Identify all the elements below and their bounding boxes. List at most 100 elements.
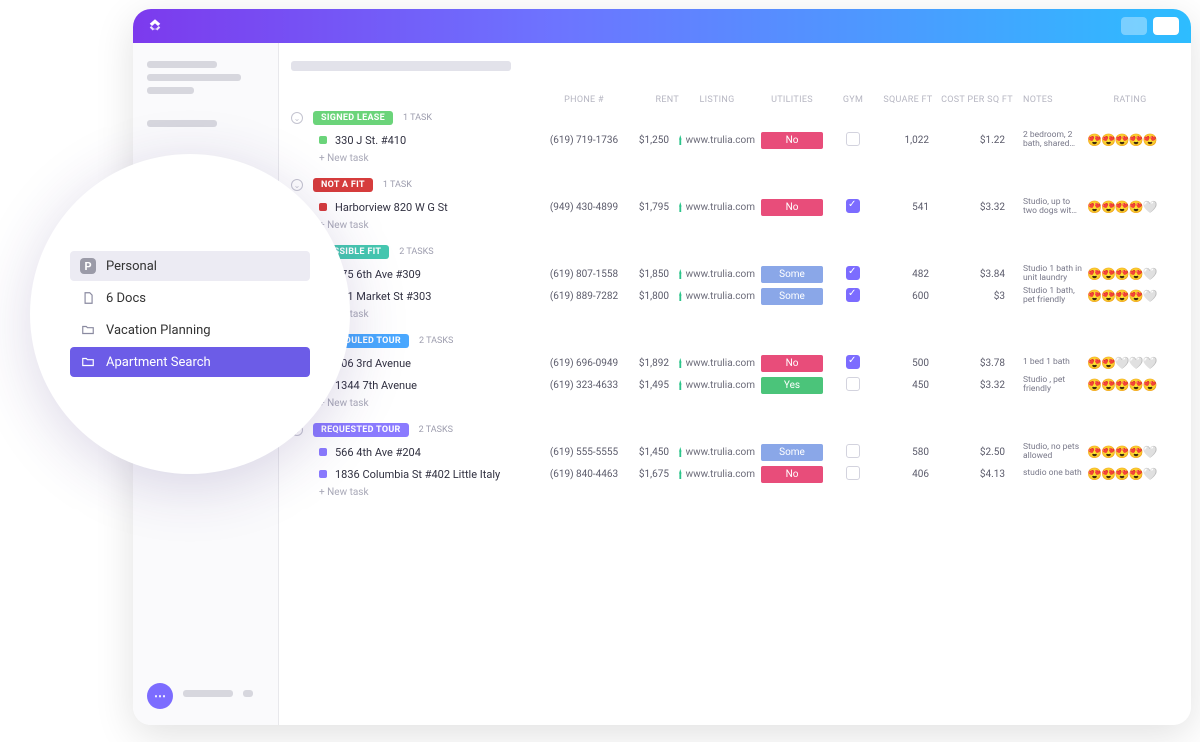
cell-cost[interactable]: $1.22 [939, 135, 1015, 146]
status-pill[interactable]: REQUESTED TOUR [313, 423, 409, 437]
task-row[interactable]: Harborview 820 W G St(949) 430-4899$1,79… [291, 196, 1179, 218]
cell-rating[interactable]: 😍😍😍😍🤍 [1085, 467, 1175, 481]
cell-cost[interactable]: $3.78 [939, 358, 1015, 369]
new-task-button[interactable]: + New task [291, 487, 1179, 498]
cell-notes[interactable]: Studio, up to two dogs wit… [1015, 198, 1085, 217]
cell-gym[interactable] [829, 199, 877, 216]
col-listing[interactable]: LISTING [679, 95, 755, 105]
cell-rent[interactable]: $1,800 [625, 291, 679, 302]
task-row[interactable]: 566 4th Ave #204(619) 555-5555$1,450www.… [291, 441, 1179, 463]
col-cost[interactable]: COST PER SQ FT [939, 95, 1015, 105]
window-max-button[interactable] [1153, 17, 1179, 35]
cell-utilities[interactable]: No [755, 199, 829, 216]
cell-phone[interactable]: (619) 889-7282 [543, 291, 625, 302]
col-gym[interactable]: GYM [829, 95, 877, 105]
cell-gym[interactable] [829, 466, 877, 483]
cell-rating[interactable]: 😍😍😍😍🤍 [1085, 200, 1175, 214]
cell-phone[interactable]: (619) 696-0949 [543, 358, 625, 369]
checkbox-icon[interactable] [846, 199, 860, 213]
status-pill[interactable]: SIGNED LEASE [313, 111, 393, 125]
cell-rent[interactable]: $1,892 [625, 358, 679, 369]
cell-utilities[interactable]: No [755, 466, 829, 483]
new-task-button[interactable]: + New task [291, 220, 1179, 231]
cell-utilities[interactable]: Some [755, 266, 829, 283]
cell-rent[interactable]: $1,450 [625, 447, 679, 458]
cell-listing[interactable]: www.trulia.com [679, 380, 755, 391]
cell-sqft[interactable]: 450 [877, 380, 939, 391]
task-title[interactable]: 606 3rd Avenue [335, 357, 411, 370]
cell-gym[interactable] [829, 266, 877, 283]
cell-rating[interactable]: 😍😍😍😍🤍 [1085, 445, 1175, 459]
col-phone[interactable]: PHONE # [543, 95, 625, 105]
checkbox-icon[interactable] [846, 377, 860, 391]
cell-gym[interactable] [829, 444, 877, 461]
col-rent[interactable]: RENT [625, 95, 679, 105]
checkbox-icon[interactable] [846, 444, 860, 458]
cell-phone[interactable]: (619) 555-5555 [543, 447, 625, 458]
cell-listing[interactable]: www.trulia.com [679, 469, 755, 480]
col-rating[interactable]: RATING [1085, 95, 1175, 105]
cell-notes[interactable]: Studio, no pets allowed [1015, 443, 1085, 462]
status-pill[interactable]: NOT A FIT [313, 178, 373, 192]
cell-cost[interactable]: $3 [939, 291, 1015, 302]
cell-notes[interactable]: 1 bed 1 bath [1015, 358, 1085, 367]
task-row[interactable]: 575 6th Ave #309 (619) 807-1558$1,850www.… [291, 263, 1179, 285]
checkbox-icon[interactable] [846, 355, 860, 369]
task-title[interactable]: 566 4th Ave #204 [335, 446, 421, 459]
cell-listing[interactable]: www.trulia.com [679, 202, 755, 213]
cell-cost[interactable]: $4.13 [939, 469, 1015, 480]
cell-gym[interactable] [829, 355, 877, 372]
cell-rating[interactable]: 😍😍🤍🤍🤍 [1085, 356, 1175, 370]
cell-rent[interactable]: $1,495 [625, 380, 679, 391]
checkbox-icon[interactable] [846, 266, 860, 280]
task-row[interactable]: 101 Market St #303(619) 889-7282$1,800ww… [291, 285, 1179, 307]
cell-notes[interactable]: Studio 1 bath, pet friendly [1015, 287, 1085, 306]
cell-notes[interactable]: Studio 1 bath in unit laundry [1015, 265, 1085, 284]
cell-sqft[interactable]: 580 [877, 447, 939, 458]
checkbox-icon[interactable] [846, 466, 860, 480]
cell-rent[interactable]: $1,675 [625, 469, 679, 480]
cell-phone[interactable]: (619) 323-4633 [543, 380, 625, 391]
col-notes[interactable]: NOTES [1015, 95, 1085, 105]
task-row[interactable]: 330 J St. #410(619) 719-1736$1,250www.tr… [291, 129, 1179, 151]
cell-utilities[interactable]: No [755, 355, 829, 372]
cell-cost[interactable]: $3.32 [939, 202, 1015, 213]
cell-listing[interactable]: www.trulia.com [679, 135, 755, 146]
task-title[interactable]: 1836 Columbia St #402 Little Italy [335, 468, 500, 481]
sidebar-space-personal[interactable]: P Personal [70, 251, 310, 281]
new-task-button[interactable]: + New task [291, 398, 1179, 409]
sidebar-docs[interactable]: 6 Docs [70, 283, 310, 313]
cell-rent[interactable]: $1,795 [625, 202, 679, 213]
cell-gym[interactable] [829, 132, 877, 149]
cell-rating[interactable]: 😍😍😍😍😍 [1085, 133, 1175, 147]
window-min-button[interactable] [1121, 17, 1147, 35]
cell-utilities[interactable]: Some [755, 444, 829, 461]
cell-sqft[interactable]: 600 [877, 291, 939, 302]
collapse-icon[interactable]: ⌄ [291, 179, 303, 191]
task-row[interactable]: 1836 Columbia St #402 Little Italy (619) … [291, 463, 1179, 485]
cell-rating[interactable]: 😍😍😍😍🤍 [1085, 289, 1175, 303]
cell-rent[interactable]: $1,850 [625, 269, 679, 280]
cell-sqft[interactable]: 406 [877, 469, 939, 480]
cell-notes[interactable]: Studio , pet friendly [1015, 376, 1085, 395]
task-row[interactable]: 606 3rd Avenue (619) 696-0949$1,892www.tr… [291, 352, 1179, 374]
cell-listing[interactable]: www.trulia.com [679, 358, 755, 369]
task-title[interactable]: 575 6th Ave #309 [335, 268, 421, 281]
sidebar-item-vacation-planning[interactable]: Vacation Planning [70, 315, 310, 345]
cell-phone[interactable]: (949) 430-4899 [543, 202, 625, 213]
task-row[interactable]: 1344 7th Avenue(619) 323-4633$1,495www.t… [291, 374, 1179, 396]
cell-listing[interactable]: www.trulia.com [679, 269, 755, 280]
cell-rent[interactable]: $1,250 [625, 135, 679, 146]
cell-cost[interactable]: $3.32 [939, 380, 1015, 391]
cell-cost[interactable]: $2.50 [939, 447, 1015, 458]
cell-utilities[interactable]: Some [755, 288, 829, 305]
cell-phone[interactable]: (619) 807-1558 [543, 269, 625, 280]
cell-phone[interactable]: (619) 719-1736 [543, 135, 625, 146]
new-task-button[interactable]: + New task [291, 153, 1179, 164]
cell-sqft[interactable]: 482 [877, 269, 939, 280]
col-util[interactable]: UTILITIES [755, 95, 829, 105]
cell-phone[interactable]: (619) 840-4463 [543, 469, 625, 480]
checkbox-icon[interactable] [846, 288, 860, 302]
collapse-icon[interactable]: ⌄ [291, 112, 303, 124]
cell-rating[interactable]: 😍😍😍😍🤍 [1085, 267, 1175, 281]
